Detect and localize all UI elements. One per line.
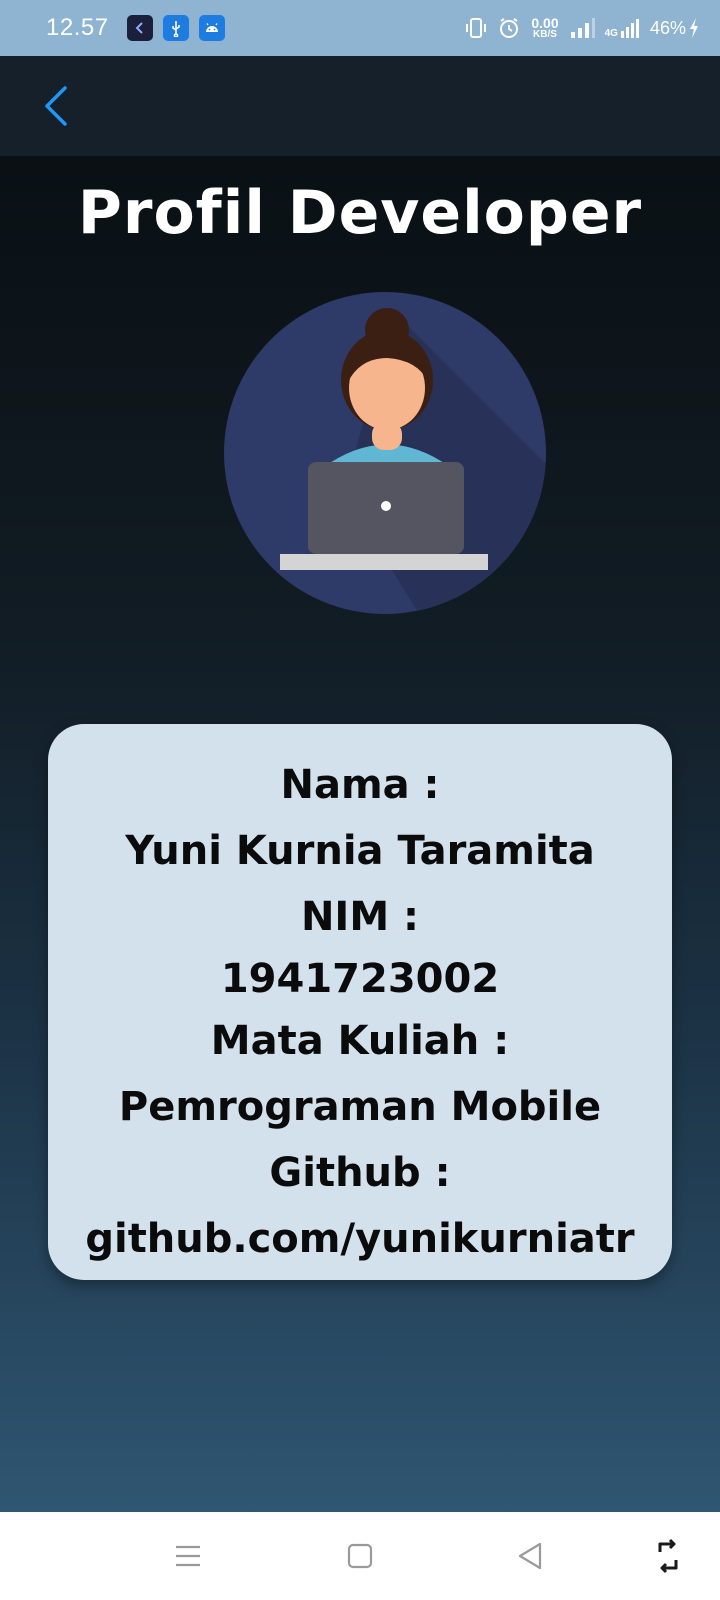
status-bar: 12.57 0.00 KB/S 4G 46%	[0, 0, 720, 56]
github-label: Github :	[269, 1150, 451, 1196]
app-bar	[0, 56, 720, 156]
rotate-button[interactable]	[646, 1534, 690, 1578]
net-speed-unit: KB/S	[533, 28, 557, 40]
menu-icon	[176, 1545, 200, 1567]
course-label: Mata Kuliah :	[210, 1018, 510, 1064]
recent-apps-button[interactable]	[166, 1534, 210, 1578]
nav-back-button[interactable]	[508, 1534, 552, 1578]
rotate-icon	[658, 1538, 678, 1574]
name-value: Yuni Kurnia Taramita	[125, 828, 595, 874]
network-4g-indicator: 4G	[605, 17, 640, 39]
status-time: 12.57	[46, 14, 109, 41]
nim-value: 1941723002	[220, 956, 500, 1002]
page-title: Profil Developer	[77, 178, 643, 248]
charging-icon	[690, 18, 698, 38]
back-icon	[518, 1542, 542, 1570]
vibrate-icon	[466, 18, 487, 38]
battery-level: 46%	[649, 17, 686, 38]
back-button[interactable]	[28, 78, 84, 134]
developer-avatar	[224, 292, 546, 614]
name-label: Nama :	[280, 762, 440, 808]
back-arrow-icon	[45, 86, 67, 126]
alarm-icon	[500, 18, 519, 38]
status-indicators: 0.00 KB/S 4G 46%	[465, 16, 700, 40]
navigation-bar	[0, 1512, 720, 1600]
signal-4g-icon	[620, 19, 639, 38]
home-button[interactable]	[338, 1534, 382, 1578]
signal-icon	[570, 18, 595, 38]
net-speed: 0.00 KB/S	[531, 16, 558, 40]
main-content: Profil Developer Nama : Yuni Kurnia Tara…	[0, 156, 720, 1512]
android-icon	[198, 15, 225, 41]
nim-label: NIM :	[300, 894, 420, 940]
github-value[interactable]: github.com/yunikurniatr	[85, 1206, 634, 1272]
info-card: Nama : Yuni Kurnia Taramita NIM : 194172…	[48, 724, 672, 1280]
usb-icon	[162, 15, 189, 41]
home-icon	[347, 1543, 373, 1569]
app-icon	[126, 15, 153, 41]
network-type: 4G	[604, 28, 618, 39]
notification-icons	[126, 15, 225, 41]
course-value: Pemrograman Mobile	[118, 1084, 602, 1130]
